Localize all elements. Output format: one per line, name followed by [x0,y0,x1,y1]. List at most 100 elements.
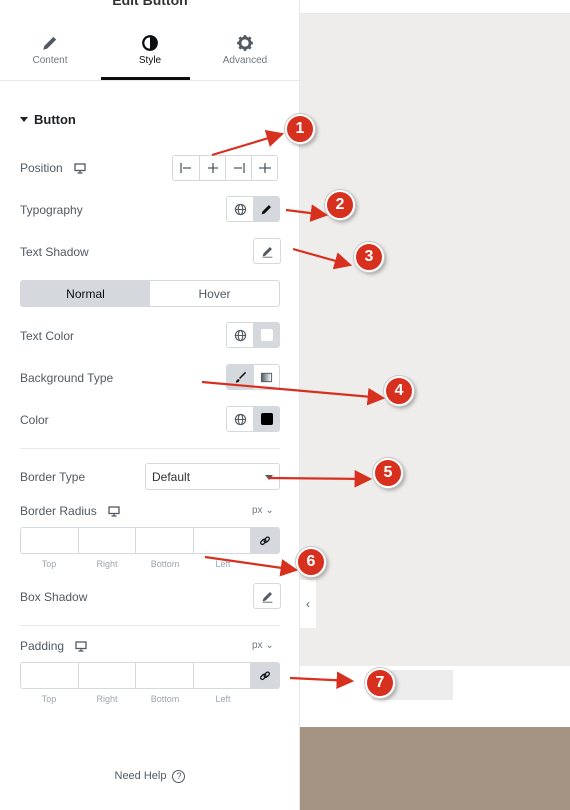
annotation-badge-5: 5 [373,458,403,488]
text-color-swatch[interactable] [253,323,279,347]
dimension-label-top: Top [41,559,57,569]
padding-left-input[interactable] [194,663,251,688]
need-help-label: Need Help [114,770,167,782]
align-end-button[interactable] [225,156,251,180]
tab-content-label: Content [32,55,68,66]
white-swatch [260,329,273,341]
position-button-group [172,155,278,181]
gear-icon [237,35,253,51]
dimension-label-left: Left [215,694,231,704]
globe-icon [234,413,246,425]
section-title: Button [34,112,76,127]
border-radius-unit-select[interactable]: px ⌄ [252,505,274,516]
state-tabs: Normal Hover [20,280,280,307]
align-stretch-icon [258,163,271,173]
border-radius-inputs [20,527,280,554]
text-shadow-label: Text Shadow [20,245,89,259]
dimension-label-right: Right [96,694,118,704]
border-radius-right-input[interactable] [79,528,136,553]
tab-style-label: Style [138,55,162,66]
border-radius-left-input[interactable] [194,528,251,553]
desktop-icon[interactable] [74,163,86,174]
color-label: Color [20,413,49,427]
pencil-icon [43,36,57,50]
background-gradient-button[interactable] [253,365,279,389]
position-label: Position [20,161,63,175]
box-shadow-edit-button[interactable] [254,584,280,608]
tab-content[interactable]: Content [0,24,100,80]
align-start-button[interactable] [173,156,199,180]
color-global-button[interactable] [227,407,253,431]
chevron-down-icon [265,475,273,480]
background-classic-button[interactable] [227,365,253,389]
help-icon: ? [172,770,186,783]
padding-unit-select[interactable]: px ⌄ [252,640,274,651]
align-center-button[interactable] [199,156,225,180]
text-color-label: Text Color [20,329,75,343]
box-shadow-label: Box Shadow [20,590,88,604]
padding-dimension-labels: Top Right Bottom Left [20,694,252,704]
dimension-label-bottom: Bottom [150,559,180,569]
tab-normal[interactable]: Normal [21,281,150,306]
link-values-button[interactable] [251,663,279,688]
preview-header-strip [300,0,570,14]
tab-style[interactable]: Style [100,24,200,80]
gradient-icon [260,372,273,382]
annotation-badge-6: 6 [296,547,326,577]
link-values-button[interactable] [251,528,279,553]
color-swatch[interactable] [253,407,279,431]
typography-label: Typography [20,203,83,217]
border-type-value: Default [152,470,191,484]
section-divider [20,625,280,626]
padding-unit: px [252,640,263,651]
align-stretch-button[interactable] [251,156,277,180]
annotation-badge-3: 3 [354,242,384,272]
typography-global-button[interactable] [227,197,253,221]
border-radius-label-row: Border Radius [20,504,120,518]
typography-controls [226,196,280,222]
text-shadow-edit-button[interactable] [254,239,280,263]
panel-title: Edit Button [112,0,188,8]
tab-hover[interactable]: Hover [150,281,279,306]
text-shadow-controls [253,238,281,264]
dimension-label-right: Right [96,559,118,569]
annotation-badge-2: 2 [325,190,355,220]
border-radius-bottom-input[interactable] [136,528,194,553]
border-radius-top-input[interactable] [21,528,79,553]
collapse-panel-button[interactable]: ‹ [300,580,316,628]
link-icon [260,670,270,680]
half-circle-icon [142,35,158,51]
text-color-global-button[interactable] [227,323,253,347]
tab-advanced-label: Advanced [222,55,268,66]
padding-bottom-input[interactable] [136,663,194,688]
typography-edit-button[interactable] [253,197,279,221]
dimension-label-left: Left [215,559,231,569]
desktop-icon[interactable] [75,641,88,652]
need-help-link[interactable]: Need Help? [0,770,300,783]
border-radius-unit: px [252,505,263,516]
padding-right-input[interactable] [79,663,136,688]
preview-image-section [300,727,570,810]
annotation-badge-4: 4 [384,376,414,406]
pencil-icon [261,204,271,214]
align-end-icon [233,163,245,173]
padding-top-input[interactable] [21,663,79,688]
globe-icon [234,329,246,341]
globe-icon [234,203,246,215]
desktop-icon[interactable] [108,506,120,517]
border-type-select[interactable]: Default [145,463,280,490]
tab-advanced[interactable]: Advanced [195,24,295,80]
border-radius-dimension-labels: Top Right Bottom Left [20,559,252,569]
padding-label: Padding [20,639,65,653]
align-start-icon [180,163,191,173]
preview-canvas [300,14,570,666]
section-toggle-button[interactable]: Button [20,112,76,127]
border-radius-label: Border Radius [20,504,97,518]
tabs-divider [0,80,300,81]
pencil-icon [262,591,272,603]
padding-inputs [20,662,280,689]
chevron-left-icon: ‹ [306,597,310,611]
chevron-down-icon: ⌄ [265,505,274,516]
padding-label-row: Padding [20,639,88,653]
link-icon [260,535,270,545]
